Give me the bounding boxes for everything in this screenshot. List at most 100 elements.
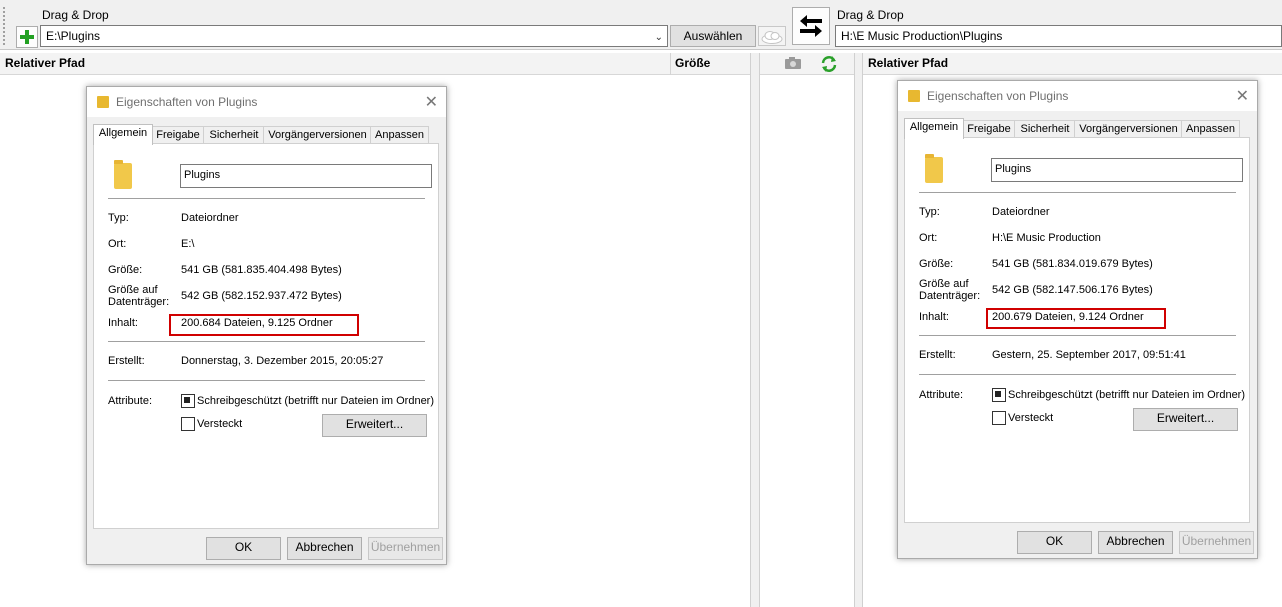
tab-strip: Allgemein Freigabe Sicherheit Vorgängerv… [904, 118, 1251, 139]
select-button[interactable]: Auswählen [670, 25, 756, 47]
tab-panel-general: Plugins Typ: Dateiordner Ort: E:\ Größe:… [93, 143, 439, 529]
readonly-label: Schreibgeschützt (betrifft nur Dateien i… [197, 395, 435, 407]
created-label: Erstellt: [919, 349, 956, 361]
tab-customize[interactable]: Anpassen [1181, 120, 1240, 138]
plus-icon [20, 30, 34, 44]
cancel-button[interactable]: Abbrechen [287, 537, 362, 560]
add-button[interactable] [16, 26, 38, 48]
location-value: H:\E Music Production [992, 232, 1101, 244]
dialog-titlebar[interactable]: Eigenschaften von Plugins ✕ [87, 87, 446, 117]
separator [108, 198, 425, 199]
tab-general[interactable]: Allgemein [93, 124, 153, 145]
tab-panel-general: Plugins Typ: Dateiordner Ort: H:\E Music… [904, 137, 1250, 523]
size-on-disk-label-line2: Datenträger: [108, 296, 170, 308]
separator [919, 335, 1236, 336]
tab-previous-versions[interactable]: Vorgängerversionen [263, 126, 372, 144]
properties-dialog-right: Eigenschaften von Plugins ✕ Allgemein Fr… [897, 80, 1258, 559]
right-drag-drop-label: Drag & Drop [837, 8, 904, 22]
right-column-header-row: Relativer Pfad [863, 53, 1282, 75]
left-path-combobox[interactable]: E:\Plugins ⌄ [40, 25, 668, 47]
right-path-input[interactable]: H:\E Music Production\Plugins [835, 25, 1282, 47]
ok-button[interactable]: OK [1017, 531, 1092, 554]
left-splitter[interactable] [750, 53, 760, 607]
cancel-button[interactable]: Abbrechen [1098, 531, 1173, 554]
hidden-checkbox[interactable] [992, 411, 1006, 425]
left-path-value: E:\Plugins [46, 29, 101, 43]
left-size-header[interactable]: Größe [675, 53, 710, 73]
size-label: Größe: [108, 264, 143, 276]
contents-label: Inhalt: [108, 317, 138, 329]
readonly-label: Schreibgeschützt (betrifft nur Dateien i… [1008, 389, 1246, 401]
hidden-checkbox[interactable] [181, 417, 195, 431]
folder-icon [925, 154, 943, 183]
attributes-label: Attribute: [108, 395, 153, 407]
left-column-header-row: Relativer Pfad Größe [0, 53, 750, 75]
refresh-icon [821, 56, 837, 72]
left-relative-path-header[interactable]: Relativer Pfad [5, 53, 85, 73]
tab-sharing[interactable]: Freigabe [962, 120, 1016, 138]
created-value: Donnerstag, 3. Dezember 2015, 20:05:27 [181, 355, 384, 367]
tab-sharing[interactable]: Freigabe [151, 126, 205, 144]
readonly-checkbox[interactable] [181, 394, 195, 408]
created-label: Erstellt: [108, 355, 145, 367]
dialog-title: Eigenschaften von Plugins [927, 89, 1069, 103]
type-value: Dateiordner [992, 206, 1050, 218]
advanced-button[interactable]: Erweitert... [1133, 408, 1238, 431]
advanced-button[interactable]: Erweitert... [322, 414, 427, 437]
tab-customize[interactable]: Anpassen [370, 126, 429, 144]
hidden-label: Versteckt [1008, 412, 1054, 424]
folder-name-input[interactable]: Plugins [180, 164, 432, 188]
tab-security[interactable]: Sicherheit [203, 126, 265, 144]
right-path-value: H:\E Music Production\Plugins [841, 29, 1003, 43]
separator [108, 380, 425, 381]
tab-strip: Allgemein Freigabe Sicherheit Vorgängerv… [93, 124, 440, 145]
size-on-disk-label-line1: Größe auf [919, 278, 969, 290]
folder-icon [97, 96, 109, 108]
close-icon[interactable]: ✕ [425, 92, 438, 112]
swap-sides-button[interactable] [792, 7, 830, 45]
created-value: Gestern, 25. September 2017, 09:51:41 [992, 349, 1186, 361]
contents-value: 200.684 Dateien, 9.125 Ordner [181, 317, 333, 329]
swap-arrows-icon [800, 15, 822, 37]
left-drag-drop-label: Drag & Drop [42, 8, 109, 22]
tab-general[interactable]: Allgemein [904, 118, 964, 139]
dialog-title: Eigenschaften von Plugins [116, 95, 258, 109]
close-icon[interactable]: ✕ [1236, 86, 1249, 106]
dialog-titlebar[interactable]: Eigenschaften von Plugins ✕ [898, 81, 1257, 111]
contents-label: Inhalt: [919, 311, 949, 323]
size-value: 541 GB (581.835.404.498 Bytes) [181, 264, 342, 276]
separator [919, 374, 1236, 375]
contents-value: 200.679 Dateien, 9.124 Ordner [992, 311, 1144, 323]
size-on-disk-label-line2: Datenträger: [919, 290, 981, 302]
apply-button[interactable]: Übernehmen [1179, 531, 1254, 554]
refresh-button[interactable] [820, 55, 838, 73]
size-on-disk-value: 542 GB (582.147.506.176 Bytes) [992, 284, 1153, 296]
tab-previous-versions[interactable]: Vorgängerversionen [1074, 120, 1183, 138]
tab-security[interactable]: Sicherheit [1014, 120, 1076, 138]
right-splitter[interactable] [854, 53, 863, 607]
camera-icon [785, 57, 801, 69]
middle-header-row [760, 53, 854, 75]
toolbar-grip[interactable] [2, 6, 6, 46]
separator [108, 341, 425, 342]
separator [919, 192, 1236, 193]
type-value: Dateiordner [181, 212, 239, 224]
column-separator[interactable] [670, 53, 671, 75]
readonly-checkbox[interactable] [992, 388, 1006, 402]
location-value: E:\ [181, 238, 195, 250]
cloud-button[interactable] [758, 26, 786, 46]
size-label: Größe: [919, 258, 954, 270]
size-on-disk-value: 542 GB (582.152.937.472 Bytes) [181, 290, 342, 302]
chevron-down-icon[interactable]: ⌄ [655, 28, 663, 48]
type-label: Typ: [108, 212, 129, 224]
ok-button[interactable]: OK [206, 537, 281, 560]
apply-button[interactable]: Übernehmen [368, 537, 443, 560]
properties-dialog-left: Eigenschaften von Plugins ✕ Allgemein Fr… [86, 86, 447, 565]
folder-name-input[interactable]: Plugins [991, 158, 1243, 182]
location-label: Ort: [108, 238, 127, 250]
size-on-disk-label-line1: Größe auf [108, 284, 158, 296]
size-value: 541 GB (581.834.019.679 Bytes) [992, 258, 1153, 270]
right-relative-path-header[interactable]: Relativer Pfad [868, 53, 948, 73]
folder-icon [908, 90, 920, 102]
compare-button[interactable] [784, 55, 802, 71]
